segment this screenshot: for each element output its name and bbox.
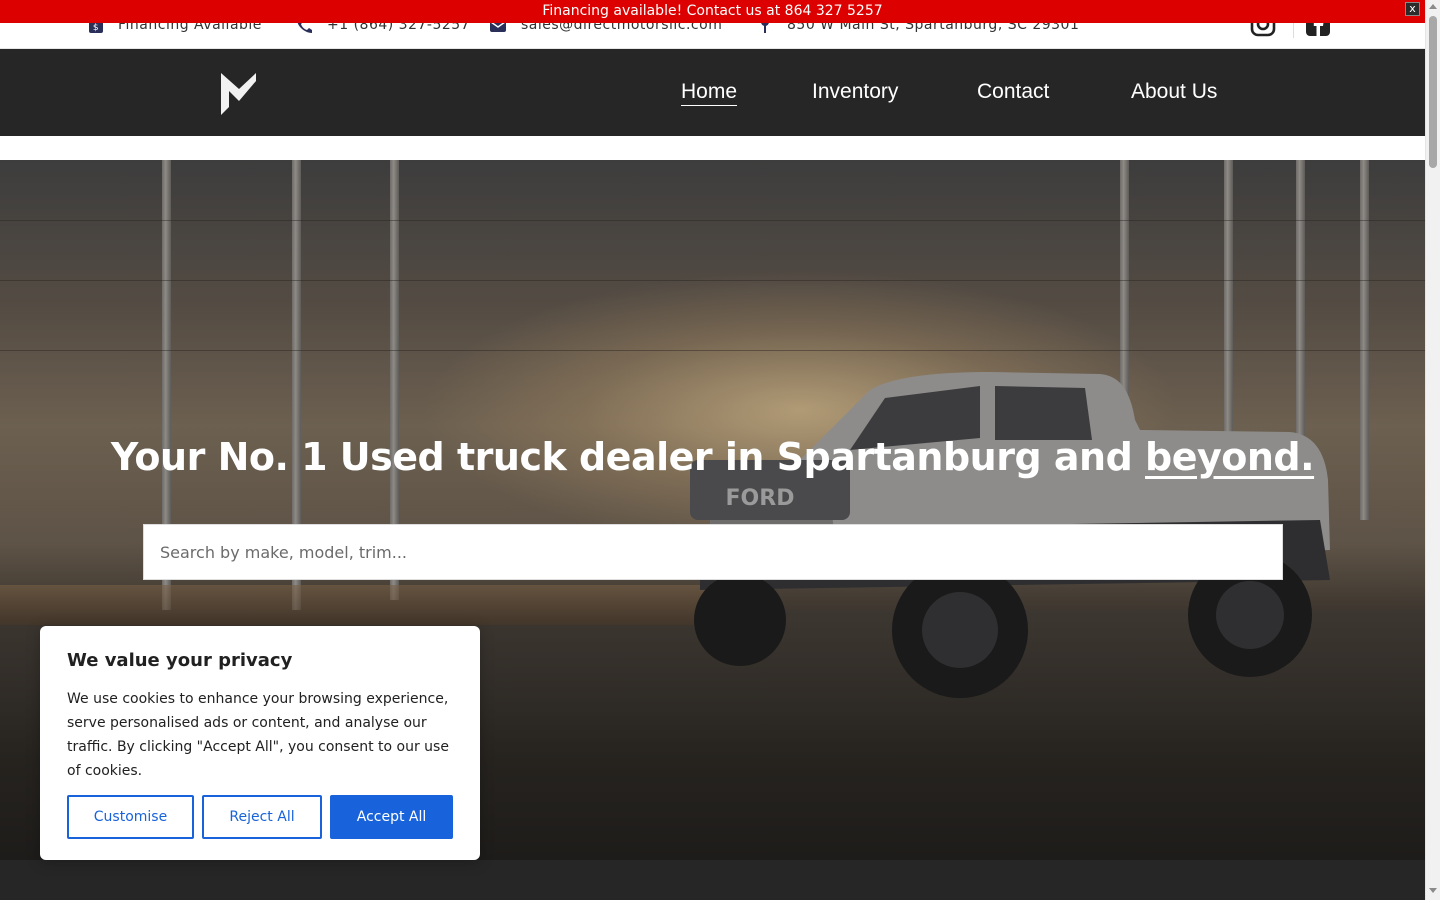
accept-all-button[interactable]: Accept All [330,795,453,839]
nav-contact[interactable]: Contact [977,80,1049,104]
svg-text:FORD: FORD [726,486,795,511]
page-scrollbar[interactable] [1425,0,1440,900]
hero-title-main: Your No. 1 Used truck dealer in Spartanb… [110,435,1146,479]
fence [0,585,760,625]
cookie-consent-dialog: We value your privacy We use cookies to … [40,626,480,860]
inventory-search-input[interactable] [143,524,1283,580]
customise-button[interactable]: Customise [67,795,194,839]
svg-text:$: $ [93,23,99,33]
footer-band [0,860,1425,900]
announcement-close-button[interactable]: x [1405,2,1420,16]
net-line [0,280,1425,281]
scrollbar-thumb[interactable] [1429,16,1437,168]
nav-about-us[interactable]: About Us [1131,80,1217,104]
hero-title: Your No. 1 Used truck dealer in Spartanb… [0,435,1425,479]
cookie-title: We value your privacy [67,650,293,671]
reject-all-button[interactable]: Reject All [202,795,322,839]
net-line [0,220,1425,221]
nav-inventory[interactable]: Inventory [812,80,898,104]
direct-motors-logo[interactable] [218,69,260,117]
main-nav: Home Inventory Contact About Us [0,49,1425,136]
hero-title-emphasis: beyond. [1145,435,1315,479]
announcement-banner: Financing available! Contact us at 864 3… [0,0,1425,23]
announcement-text: Financing available! Contact us at 864 3… [542,3,883,19]
scroll-up-icon[interactable] [1429,4,1437,9]
cookie-body: We use cookies to enhance your browsing … [67,691,449,779]
scroll-down-icon[interactable] [1429,888,1437,893]
nav-home[interactable]: Home [681,80,738,106]
